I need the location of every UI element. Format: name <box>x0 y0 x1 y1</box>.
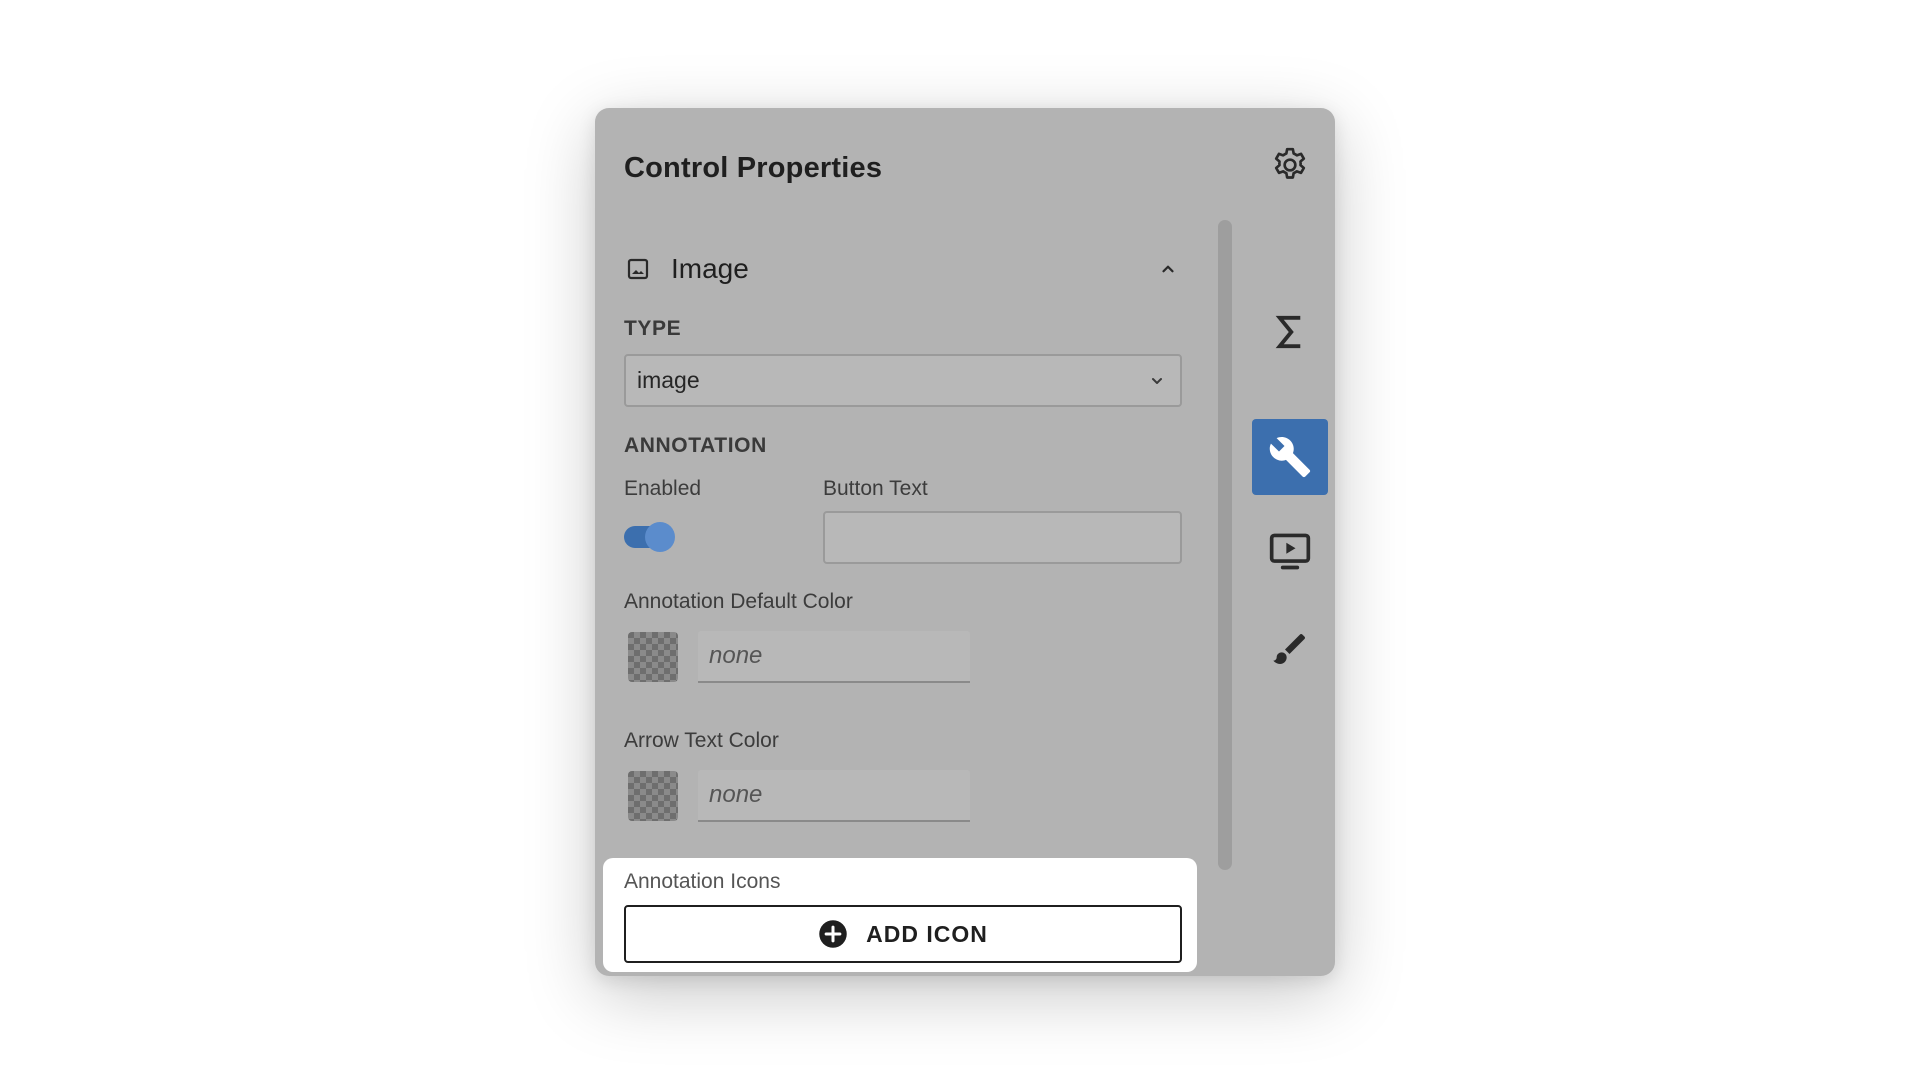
sidebar-item-preview[interactable] <box>1252 513 1328 589</box>
sidebar-item-sigma[interactable] <box>1252 294 1328 370</box>
type-select-value: image <box>637 367 700 393</box>
add-icon-button[interactable]: ADD ICON <box>624 905 1182 963</box>
arrow-text-color-swatch[interactable] <box>628 771 678 821</box>
add-circle-icon <box>818 919 848 949</box>
section-label: Image <box>671 253 749 284</box>
annotation-default-color-input[interactable]: none <box>698 631 970 683</box>
add-icon-label: ADD ICON <box>866 920 988 947</box>
toggle-knob <box>645 522 675 552</box>
image-icon <box>624 255 652 283</box>
play-screen-icon <box>1269 533 1311 570</box>
chevron-down-icon <box>1146 370 1168 392</box>
annotation-default-color-swatch[interactable] <box>628 632 678 682</box>
control-properties-panel: Control Properties Image TYPE image ANNO… <box>595 108 1335 976</box>
type-group-label: TYPE <box>624 317 682 340</box>
settings-button[interactable] <box>1267 142 1313 188</box>
scrollbar[interactable] <box>1218 220 1232 870</box>
chevron-up-icon[interactable] <box>1154 255 1182 283</box>
annotation-group-label: ANNOTATION <box>624 434 767 457</box>
wrench-icon <box>1269 437 1311 478</box>
annotation-icons-label: Annotation Icons <box>624 870 781 893</box>
annotation-default-color-label: Annotation Default Color <box>624 590 853 613</box>
button-text-input[interactable] <box>823 511 1182 564</box>
image-section-header[interactable]: Image <box>624 243 1182 295</box>
gear-icon <box>1274 147 1306 179</box>
sidebar-item-style[interactable] <box>1252 611 1328 687</box>
panel-title: Control Properties <box>624 152 883 184</box>
annotation-default-color-value: none <box>709 642 763 669</box>
annotation-icons-section: Annotation Icons ADD ICON <box>603 858 1197 972</box>
brush-icon <box>1273 634 1305 664</box>
enabled-toggle[interactable] <box>624 522 675 552</box>
button-text-label: Button Text <box>823 477 928 500</box>
sidebar-item-wrench[interactable] <box>1252 419 1328 495</box>
sigma-icon <box>1275 315 1301 349</box>
type-select[interactable]: image <box>624 354 1182 407</box>
arrow-text-color-input[interactable]: none <box>698 770 970 822</box>
enabled-label: Enabled <box>624 477 702 500</box>
arrow-text-color-label: Arrow Text Color <box>624 729 779 752</box>
arrow-text-color-value: none <box>709 781 763 808</box>
